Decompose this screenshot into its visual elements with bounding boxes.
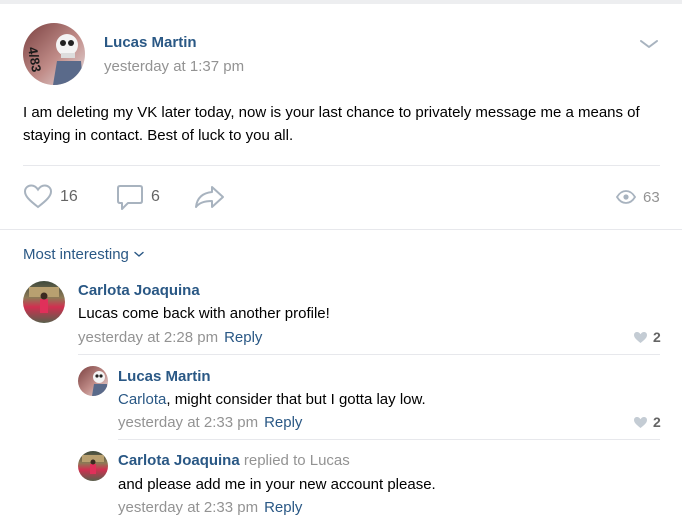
reply-avatar[interactable] — [78, 451, 108, 481]
heart-icon — [634, 331, 647, 343]
post-author-avatar[interactable]: 4/83 — [23, 23, 85, 85]
post-timestamp[interactable]: yesterday at 1:37 pm — [104, 58, 244, 75]
comment-author[interactable]: Carlota Joaquina — [78, 282, 200, 299]
eye-icon — [616, 190, 636, 204]
avatar-image — [29, 287, 59, 313]
share-arrow-icon — [195, 186, 224, 208]
comment-divider — [78, 354, 660, 355]
avatar-image: 4/83 — [25, 34, 83, 85]
reply-body: , might consider that but I gotta lay lo… — [166, 391, 426, 408]
comment-count: 6 — [151, 188, 160, 205]
comment-avatar[interactable] — [23, 281, 65, 323]
post-divider — [23, 165, 660, 166]
avatar-lettering: 4/83 — [25, 46, 44, 74]
like-count: 16 — [60, 188, 78, 205]
comment-button[interactable]: 6 — [116, 182, 160, 212]
avatar-image — [82, 455, 104, 474]
reply-button[interactable]: Reply — [264, 499, 302, 516]
views-count: 63 — [643, 188, 660, 206]
replied-to-label[interactable]: replied to Lucas — [244, 452, 350, 469]
post-menu-chevron-icon[interactable] — [638, 36, 660, 52]
reply-avatar[interactable] — [78, 366, 108, 396]
reply-meta: yesterday at 2:33 pm Reply — [118, 414, 302, 431]
comment-sort-dropdown[interactable]: Most interesting — [23, 246, 144, 263]
sort-label: Most interesting — [23, 246, 129, 263]
top-strip — [0, 0, 682, 4]
reply-meta: yesterday at 2:33 pm Reply — [118, 499, 302, 516]
views-indicator: 63 — [616, 182, 660, 212]
reply-divider — [118, 439, 660, 440]
reply-text: Carlota, might consider that but I gotta… — [118, 391, 426, 408]
chevron-down-icon — [134, 251, 144, 257]
reply-author: Carlota Joaquina replied to Lucas — [118, 452, 350, 469]
comment-meta: yesterday at 2:28 pm Reply — [78, 329, 262, 346]
comment-text: Lucas come back with another profile! — [78, 305, 330, 322]
heart-icon — [23, 184, 53, 209]
mention-link[interactable]: Carlota — [118, 391, 166, 408]
reply-timestamp[interactable]: yesterday at 2:33 pm — [118, 499, 258, 516]
comment-like-count: 2 — [653, 329, 661, 345]
reply-timestamp[interactable]: yesterday at 2:33 pm — [118, 414, 258, 431]
reply-author-name[interactable]: Carlota Joaquina — [118, 452, 240, 469]
reply-like-button[interactable]: 2 — [633, 414, 661, 430]
section-divider — [0, 229, 682, 230]
reply-text: and please add me in your new account pl… — [118, 476, 436, 493]
heart-icon — [634, 416, 647, 428]
share-button[interactable] — [194, 182, 226, 212]
comment-like-button[interactable]: 2 — [633, 329, 661, 345]
post-author-name[interactable]: Lucas Martin — [104, 34, 197, 51]
comment-bubble-icon — [117, 185, 143, 210]
reply-author[interactable]: Lucas Martin — [118, 368, 211, 385]
reply-button[interactable]: Reply — [264, 414, 302, 431]
reply-button[interactable]: Reply — [224, 329, 262, 346]
comment-timestamp[interactable]: yesterday at 2:28 pm — [78, 329, 218, 346]
reply-like-count: 2 — [653, 414, 661, 430]
like-button[interactable]: 16 — [23, 182, 78, 212]
avatar-image — [92, 371, 108, 396]
post-text: I am deleting my VK later today, now is … — [23, 104, 640, 144]
